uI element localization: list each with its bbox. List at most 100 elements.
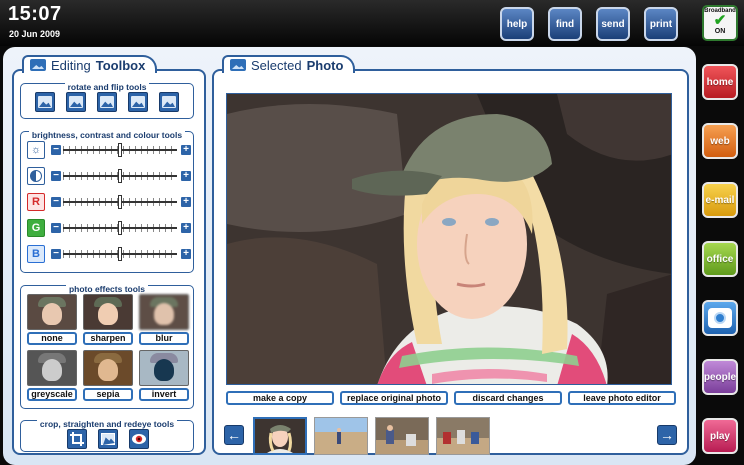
rotate-left-icon[interactable] [35,92,55,112]
slider-knob[interactable] [118,195,122,209]
contrast-track[interactable] [63,169,177,183]
clock-time: 15:07 [8,3,62,25]
effect-thumbnail [27,294,77,330]
blue-track[interactable] [63,247,177,261]
editing-toolbox-pane: Editing Toolbox rotate and flip tools br… [12,55,206,455]
photo-icon [230,59,246,71]
effect-thumbnail [139,294,189,330]
contrast-icon [27,167,45,185]
filmstrip-thumbnail[interactable] [253,417,307,455]
increase-brightness-button[interactable]: + [181,145,191,155]
camera-icon [708,308,732,328]
red-track[interactable] [63,195,177,209]
nav-web-button[interactable]: web [702,123,738,159]
photo-title-light: Selected [251,57,302,73]
green-slider[interactable]: G − + [27,219,191,237]
rotate-right-icon[interactable] [128,92,148,112]
main-panel: Editing Toolbox rotate and flip tools br… [3,47,696,465]
broadband-status[interactable]: Broadband ✔ ON [702,5,738,41]
toolbox-title-light: Editing [51,57,91,73]
effect-greyscale[interactable]: greyscale [27,350,77,401]
increase-green-button[interactable]: + [181,223,191,233]
blue-label: B [27,245,45,263]
editing-toolbox-tab: Editing Toolbox [22,55,158,73]
blue-slider[interactable]: B − + [27,245,191,263]
increase-blue-button[interactable]: + [181,249,191,259]
green-label: G [27,219,45,237]
nav-email-button[interactable]: e-mail [702,182,738,218]
flip-vertical-icon[interactable] [97,92,117,112]
crop-icon[interactable] [67,429,87,449]
help-button[interactable]: help [500,7,534,41]
contrast-slider[interactable]: − + [27,167,191,185]
brightness-sun-icon: ☼ [27,141,45,159]
brightness-contrast-title: brightness, contrast and colour tools [28,130,186,140]
crop-redeye-group: crop, straighten and redeye tools [20,419,194,452]
effect-thumbnail [83,294,133,330]
selected-photo-tab: Selected Photo [222,55,356,73]
decrease-contrast-button[interactable]: − [51,171,61,181]
rotate-180-icon[interactable] [159,92,179,112]
crop-redeye-title: crop, straighten and redeye tools [36,419,178,429]
slider-knob[interactable] [118,247,122,261]
nav-photos-button[interactable] [702,300,738,336]
effect-blur[interactable]: blur [139,294,189,345]
next-arrow-icon[interactable]: → [657,425,677,445]
decrease-green-button[interactable]: − [51,223,61,233]
previous-arrow-icon[interactable]: ← [224,425,244,445]
slider-knob[interactable] [118,169,122,183]
print-button[interactable]: print [644,7,678,41]
decrease-red-button[interactable]: − [51,197,61,207]
decrease-brightness-button[interactable]: − [51,145,61,155]
make-copy-button[interactable]: make a copy [226,391,334,405]
toolbox-icon [30,59,46,71]
red-slider[interactable]: R − + [27,193,191,211]
toolbox-title-bold: Toolbox [95,57,146,73]
brightness-track[interactable] [63,143,177,157]
filmstrip-thumbnail[interactable] [314,417,368,455]
slider-knob[interactable] [118,143,122,157]
effect-label: sepia [83,388,133,401]
effect-invert[interactable]: invert [139,350,189,401]
decrease-blue-button[interactable]: − [51,249,61,259]
increase-red-button[interactable]: + [181,197,191,207]
photo-title-bold: Photo [306,57,344,73]
effect-thumbnail [83,350,133,386]
replace-original-button[interactable]: replace original photo [340,391,448,405]
nav-play-button[interactable]: play [702,418,738,454]
filmstrip-thumbnail[interactable] [375,417,429,455]
effect-sepia[interactable]: sepia [83,350,133,401]
photo-effects-title: photo effects tools [65,284,149,294]
discard-changes-button[interactable]: discard changes [454,391,562,405]
effect-thumbnail [139,350,189,386]
effect-label: none [27,332,77,345]
effect-label: invert [139,388,189,401]
straighten-icon[interactable] [98,429,118,449]
nav-home-button[interactable]: home [702,64,738,100]
effect-label: sharpen [83,332,133,345]
send-button[interactable]: send [596,7,630,41]
rotate-flip-title: rotate and flip tools [64,82,150,92]
find-button[interactable]: find [548,7,582,41]
increase-contrast-button[interactable]: + [181,171,191,181]
filmstrip-thumbnail[interactable] [436,417,490,455]
slider-knob[interactable] [118,221,122,235]
effect-none[interactable]: none [27,294,77,345]
nav-people-button[interactable]: people [702,359,738,395]
brightness-slider[interactable]: ☼ − + [27,141,191,159]
clock-date: 20 Jun 2009 [9,29,61,39]
green-track[interactable] [63,221,177,235]
effect-label: greyscale [27,388,77,401]
effect-sharpen[interactable]: sharpen [83,294,133,345]
broadband-state: ON [714,28,726,35]
check-icon: ✔ [713,12,727,29]
effect-label: blur [139,332,189,345]
selected-photo-pane: Selected Photo make a copy replace origi… [212,55,689,455]
photo-effects-group: photo effects tools none sharpen blur gr… [20,284,194,409]
leave-editor-button[interactable]: leave photo editor [568,391,676,405]
flip-horizontal-icon[interactable] [66,92,86,112]
nav-office-button[interactable]: office [702,241,738,277]
rotate-flip-group: rotate and flip tools [20,82,194,119]
selected-photo-image[interactable] [226,93,672,385]
redeye-icon[interactable] [129,429,149,449]
